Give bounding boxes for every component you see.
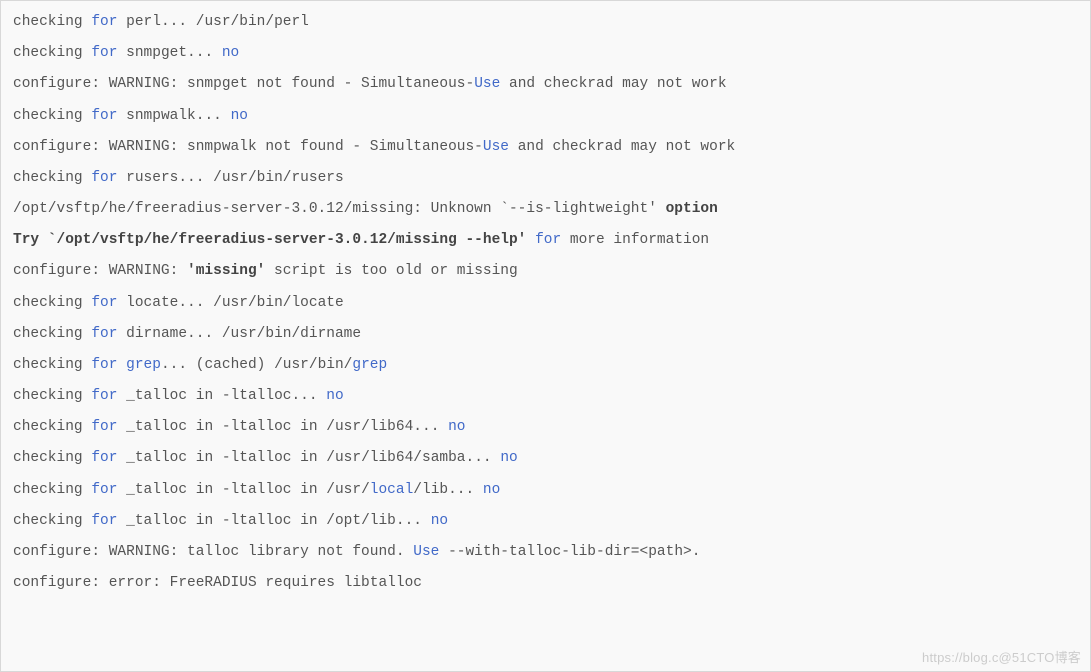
text-segment: for [91, 482, 117, 498]
text-segment: configure: WARNING: snmpget not found - … [13, 76, 474, 92]
text-segment: checking [13, 419, 91, 435]
text-segment: rusers... /usr/bin/rusers [117, 170, 343, 186]
text-segment: Use [474, 76, 500, 92]
text-segment: checking [13, 357, 91, 373]
text-segment [526, 232, 535, 248]
terminal-output: checking for perl... /usr/bin/perlchecki… [0, 0, 1091, 672]
output-line: checking for rusers... /usr/bin/rusers [13, 163, 1078, 194]
output-line: checking for grep... (cached) /usr/bin/g… [13, 350, 1078, 381]
text-segment: checking [13, 170, 91, 186]
text-segment: snmpget... [117, 45, 221, 61]
text-segment: and checkrad may not work [500, 76, 726, 92]
text-segment: /opt/vsftp/he/freeradius-server-3.0.12/m… [13, 201, 666, 217]
text-segment: no [326, 388, 343, 404]
text-segment: for [91, 170, 117, 186]
text-segment: checking [13, 513, 91, 529]
text-segment: grep [126, 357, 161, 373]
output-line: checking for _talloc in -ltalloc in /usr… [13, 475, 1078, 506]
text-segment: for [91, 14, 117, 30]
text-segment: --with-talloc-lib-dir=<path>. [439, 544, 700, 560]
text-segment: checking [13, 295, 91, 311]
output-line: checking for locate... /usr/bin/locate [13, 288, 1078, 319]
text-segment: _talloc in -ltalloc in /usr/lib64... [117, 419, 448, 435]
text-segment: perl... /usr/bin/perl [117, 14, 308, 30]
text-segment: _talloc in -ltalloc... [117, 388, 326, 404]
text-segment: no [431, 513, 448, 529]
text-segment: checking [13, 388, 91, 404]
text-segment: checking [13, 45, 91, 61]
text-segment: ... (cached) /usr/bin/ [161, 357, 352, 373]
output-line: checking for dirname... /usr/bin/dirname [13, 319, 1078, 350]
text-segment [117, 357, 126, 373]
text-segment: for [91, 450, 117, 466]
output-line: checking for _talloc in -ltalloc... no [13, 381, 1078, 412]
text-segment: no [222, 45, 239, 61]
output-line: checking for snmpwalk... no [13, 101, 1078, 132]
text-segment: configure: error: FreeRADIUS requires li… [13, 575, 422, 591]
text-segment: and checkrad may not work [509, 139, 735, 155]
text-segment: 'missing' [187, 263, 265, 279]
text-segment: snmpwalk... [117, 108, 230, 124]
text-segment: configure: WARNING: talloc library not f… [13, 544, 413, 560]
text-segment: script is too old or missing [265, 263, 517, 279]
text-segment: dirname... /usr/bin/dirname [117, 326, 361, 342]
text-segment: checking [13, 482, 91, 498]
text-segment: _talloc in -ltalloc in /opt/lib... [117, 513, 430, 529]
output-line: configure: WARNING: snmpwalk not found -… [13, 132, 1078, 163]
text-segment: no [483, 482, 500, 498]
text-segment: for [91, 108, 117, 124]
text-segment: for [91, 295, 117, 311]
text-segment: for [535, 232, 561, 248]
text-segment: grep [352, 357, 387, 373]
text-segment: option [666, 201, 718, 217]
text-segment: _talloc in -ltalloc in /usr/lib64/samba.… [117, 450, 500, 466]
text-segment: no [231, 108, 248, 124]
text-segment: configure: WARNING: snmpwalk not found -… [13, 139, 483, 155]
text-segment: Try `/opt/vsftp/he/freeradius-server-3.0… [13, 232, 526, 248]
text-segment: for [91, 357, 117, 373]
text-segment: no [500, 450, 517, 466]
text-segment: local [370, 482, 414, 498]
output-line: /opt/vsftp/he/freeradius-server-3.0.12/m… [13, 194, 1078, 225]
output-line: checking for _talloc in -ltalloc in /usr… [13, 443, 1078, 474]
text-segment: checking [13, 14, 91, 30]
output-line: checking for perl... /usr/bin/perl [13, 7, 1078, 38]
text-segment: /lib... [413, 482, 483, 498]
output-line: Try `/opt/vsftp/he/freeradius-server-3.0… [13, 225, 1078, 256]
output-line: configure: WARNING: snmpget not found - … [13, 69, 1078, 100]
text-segment: _talloc in -ltalloc in /usr/ [117, 482, 369, 498]
text-segment: more information [561, 232, 709, 248]
text-segment: for [91, 45, 117, 61]
output-line: checking for _talloc in -ltalloc in /usr… [13, 412, 1078, 443]
output-line: configure: WARNING: 'missing' script is … [13, 256, 1078, 287]
output-line: checking for _talloc in -ltalloc in /opt… [13, 506, 1078, 537]
text-segment: for [91, 326, 117, 342]
output-line: checking for snmpget... no [13, 38, 1078, 69]
text-segment: Use [413, 544, 439, 560]
output-line: configure: error: FreeRADIUS requires li… [13, 568, 1078, 599]
text-segment: locate... /usr/bin/locate [117, 295, 343, 311]
text-segment: for [91, 513, 117, 529]
text-segment: no [448, 419, 465, 435]
text-segment: checking [13, 450, 91, 466]
text-segment: for [91, 419, 117, 435]
text-segment: checking [13, 108, 91, 124]
text-segment: for [91, 388, 117, 404]
text-segment: Use [483, 139, 509, 155]
text-segment: checking [13, 326, 91, 342]
output-line: configure: WARNING: talloc library not f… [13, 537, 1078, 568]
text-segment: configure: WARNING: [13, 263, 187, 279]
